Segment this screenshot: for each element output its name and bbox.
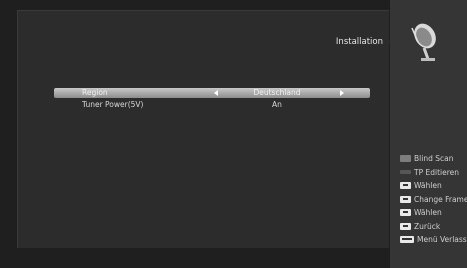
exit-key-icon: [400, 236, 414, 244]
legend-item-blind-scan: Blind Scan: [400, 152, 467, 166]
legend-item-tp-edit: TP Editieren: [400, 166, 467, 180]
dark-key-icon: [400, 170, 411, 175]
ok-key-icon: [400, 209, 411, 217]
back-key-icon: [400, 222, 411, 230]
region-value: Deutschland: [253, 88, 301, 97]
arrow-right-icon[interactable]: [340, 90, 344, 96]
legend-item-change-frame: Change Frame: [400, 193, 467, 207]
title-pointer-icon: [385, 37, 391, 47]
arrow-left-icon[interactable]: [214, 90, 218, 96]
gray-key-icon: [400, 155, 411, 163]
key-legend: Blind Scan TP Editieren Wählen Change Fr…: [400, 152, 467, 247]
legend-item-back: Zurück: [400, 220, 467, 234]
menu-row-tuner-power[interactable]: Tuner Power(5V) An: [54, 100, 370, 110]
tuner-power-label: Tuner Power(5V): [82, 100, 144, 109]
legend-item-exit: Menü Verlassen: [400, 233, 467, 247]
tv-screen: Installation Region Deutschland Tuner Po…: [0, 0, 467, 268]
frame-key-icon: [400, 195, 411, 203]
region-label: Region: [82, 88, 108, 97]
legend-item-ok: Wählen: [400, 206, 467, 220]
tuner-power-value: An: [272, 100, 282, 109]
menu-row-region[interactable]: Region Deutschland: [54, 88, 370, 98]
select-key-icon: [400, 182, 411, 190]
main-panel: [17, 10, 389, 248]
satellite-dish-icon: [411, 23, 436, 61]
page-title: Installation: [335, 37, 383, 47]
legend-item-select: Wählen: [400, 179, 467, 193]
